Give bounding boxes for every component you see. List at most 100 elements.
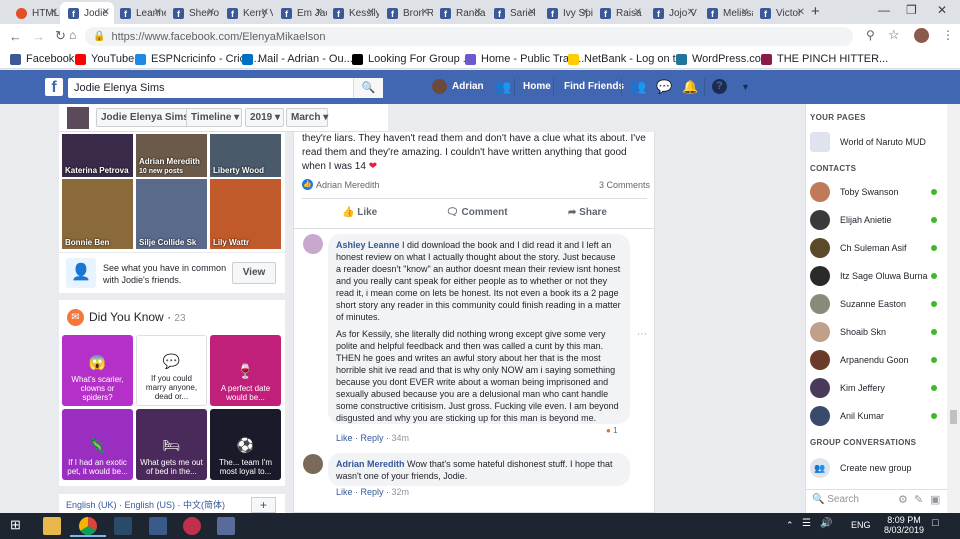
did-you-know-card[interactable]: 💬 If you could marry anyone, dead or... (136, 335, 207, 406)
contact-item[interactable]: Shoaib Skn (810, 321, 945, 343)
close-tab-icon[interactable]: ✕ (207, 7, 215, 18)
did-you-know-card[interactable]: 🦎 If I had an exotic pet, it would be... (62, 409, 133, 480)
notifications-icon[interactable]: 🔔 (682, 79, 698, 95)
comment-button[interactable]: 🗨 Comment (446, 207, 508, 218)
comment-like-link[interactable]: Like (336, 433, 353, 443)
close-tab-icon[interactable]: ✕ (154, 7, 162, 18)
star-icon[interactable]: ☆ (888, 27, 900, 43)
tab[interactable]: fLeanne✕ (112, 2, 166, 24)
tab[interactable]: f Randal ✕ (432, 2, 486, 24)
gear-icon[interactable]: ⚙ (898, 493, 908, 506)
app-icon[interactable] (217, 517, 235, 535)
group-chat-icon[interactable]: ▣ (930, 493, 940, 506)
profile-avatar[interactable] (914, 28, 929, 43)
like-button[interactable]: 👍 Like (342, 207, 377, 218)
friend-tile[interactable]: 10 new posts Adrian Meredith (136, 134, 207, 177)
file-explorer-icon[interactable] (43, 517, 61, 535)
tab[interactable]: f Victor ✕ (752, 2, 809, 24)
back-icon[interactable]: ← (9, 29, 22, 44)
add-language-button[interactable]: + (251, 497, 276, 513)
contact-item[interactable]: Kim Jeffery (810, 377, 945, 399)
comment-reply-link[interactable]: Reply (361, 433, 384, 443)
close-tab-icon[interactable]: ✕ (261, 7, 269, 18)
network-icon[interactable]: ☰ (802, 518, 811, 529)
view-button[interactable]: View (232, 262, 276, 284)
close-tab-icon[interactable]: ✕ (315, 7, 323, 18)
home-link[interactable]: Home (523, 81, 551, 92)
tab[interactable]: f Ivy Spi ✕ (539, 2, 593, 24)
tray-up-icon[interactable]: ⌃ (786, 520, 794, 531)
app-icon[interactable] (183, 517, 201, 535)
tab[interactable]: f Kessily ✕ (325, 2, 379, 24)
profile-name-button[interactable]: Jodie Elenya Sims (96, 108, 194, 127)
bookmark-item[interactable]: YouTube (75, 53, 134, 65)
bookmark-item[interactable]: THE PINCH HITTER... (761, 53, 888, 65)
tab[interactable]: f Bron R ✕ (379, 2, 433, 24)
close-tab-icon[interactable]: ✕ (474, 7, 482, 18)
tab[interactable]: f Raisa ✕ (592, 2, 646, 24)
profile-thumbnail[interactable] (67, 107, 89, 129)
commenter-avatar[interactable] (303, 234, 323, 254)
create-group-button[interactable]: 👥 Create new group (810, 457, 945, 479)
friend-tile[interactable]: Katerina Petrova (62, 134, 133, 177)
friend-requests-icon[interactable]: 👥 (630, 79, 646, 95)
user-avatar[interactable] (432, 79, 447, 94)
bookmark-item[interactable]: Home - Public Tran... (465, 53, 584, 65)
friend-tile[interactable]: Liberty Wood (210, 134, 281, 177)
month-dropdown[interactable]: March ▾ (286, 108, 328, 127)
facebook-logo[interactable]: f (45, 78, 63, 96)
tab[interactable]: fKerry V✕ (219, 2, 273, 24)
clock[interactable]: 8:09 PM 8/03/2019 (884, 515, 924, 535)
more-options-icon[interactable]: ⋯ (637, 329, 647, 340)
contact-item[interactable]: Toby Swanson (810, 181, 945, 203)
tab[interactable]: f Sherro ✕ (165, 2, 219, 24)
chat-search-input[interactable]: 🔍 Search (812, 494, 859, 505)
scrollbar[interactable] (947, 104, 960, 513)
contact-item[interactable]: Anil Kumar (810, 405, 945, 427)
chrome-icon[interactable] (79, 517, 97, 535)
close-window-icon[interactable]: ✕ (937, 3, 947, 17)
key-icon[interactable]: ⚲ (866, 28, 875, 42)
did-you-know-card[interactable]: ⚽ The... team I'm most loyal to... (210, 409, 281, 480)
close-tab-icon[interactable]: ✕ (687, 7, 695, 18)
comment-like-link[interactable]: Like (336, 487, 353, 497)
windows-start-icon[interactable]: ⊞ (10, 518, 24, 532)
friend-tile[interactable]: Silje Collide Sk (136, 179, 207, 249)
close-tab-icon[interactable]: ✕ (581, 7, 589, 18)
tab[interactable]: fEm Jac✕ (273, 2, 327, 24)
close-tab-icon[interactable]: ✕ (102, 7, 110, 18)
comment-author[interactable]: Adrian Meredith (336, 459, 405, 469)
restore-icon[interactable]: ❐ (906, 3, 917, 17)
app-icon[interactable] (114, 517, 132, 535)
tab[interactable]: f Jojo V ✕ (645, 2, 699, 24)
tab[interactable]: fMelissa✕ (699, 2, 753, 24)
contact-item[interactable]: Suzanne Easton (810, 293, 945, 315)
share-button[interactable]: ➦ Share (568, 207, 607, 218)
close-tab-icon[interactable]: ✕ (367, 7, 375, 18)
home-icon[interactable]: ⌂ (69, 28, 76, 42)
close-tab-icon[interactable]: ✕ (634, 7, 642, 18)
page-item[interactable]: World of Naruto MUD (810, 131, 945, 153)
notification-center-icon[interactable]: □ (932, 517, 939, 529)
tab[interactable]: f Sariel ✕ (486, 2, 540, 24)
messenger-icon[interactable]: 💬 (656, 79, 672, 95)
contact-item[interactable]: Ch Suleman Asif (810, 237, 945, 259)
app-icon[interactable] (149, 517, 167, 535)
contact-item[interactable]: Arpanendu Goon (810, 349, 945, 371)
menu-icon[interactable]: ⋮ (942, 28, 954, 42)
account-menu-icon[interactable]: ▼ (741, 82, 750, 92)
close-tab-icon[interactable]: ✕ (797, 7, 805, 18)
friend-tile[interactable]: Bonnie Ben (62, 179, 133, 249)
commenter-avatar[interactable] (303, 454, 323, 474)
profile-link[interactable]: Adrian (452, 81, 484, 92)
bookmark-item[interactable]: Facebook (10, 53, 74, 65)
close-tab-icon[interactable]: ✕ (50, 7, 58, 18)
scrollbar-thumb[interactable] (950, 410, 957, 424)
compose-icon[interactable]: ✎ (914, 493, 923, 506)
friends-nav-icon[interactable]: 👥 (495, 79, 511, 95)
did-you-know-card[interactable]: 🛏 What gets me out of bed in the... (136, 409, 207, 480)
bookmark-item[interactable]: Mail - Adrian - Ou... (242, 53, 353, 65)
facebook-search-input[interactable]: Jodie Elenya Sims (68, 78, 383, 98)
liker-name[interactable]: Adrian Meredith (316, 180, 380, 190)
bookmark-item[interactable]: NetBank - Log on t... (568, 53, 685, 65)
